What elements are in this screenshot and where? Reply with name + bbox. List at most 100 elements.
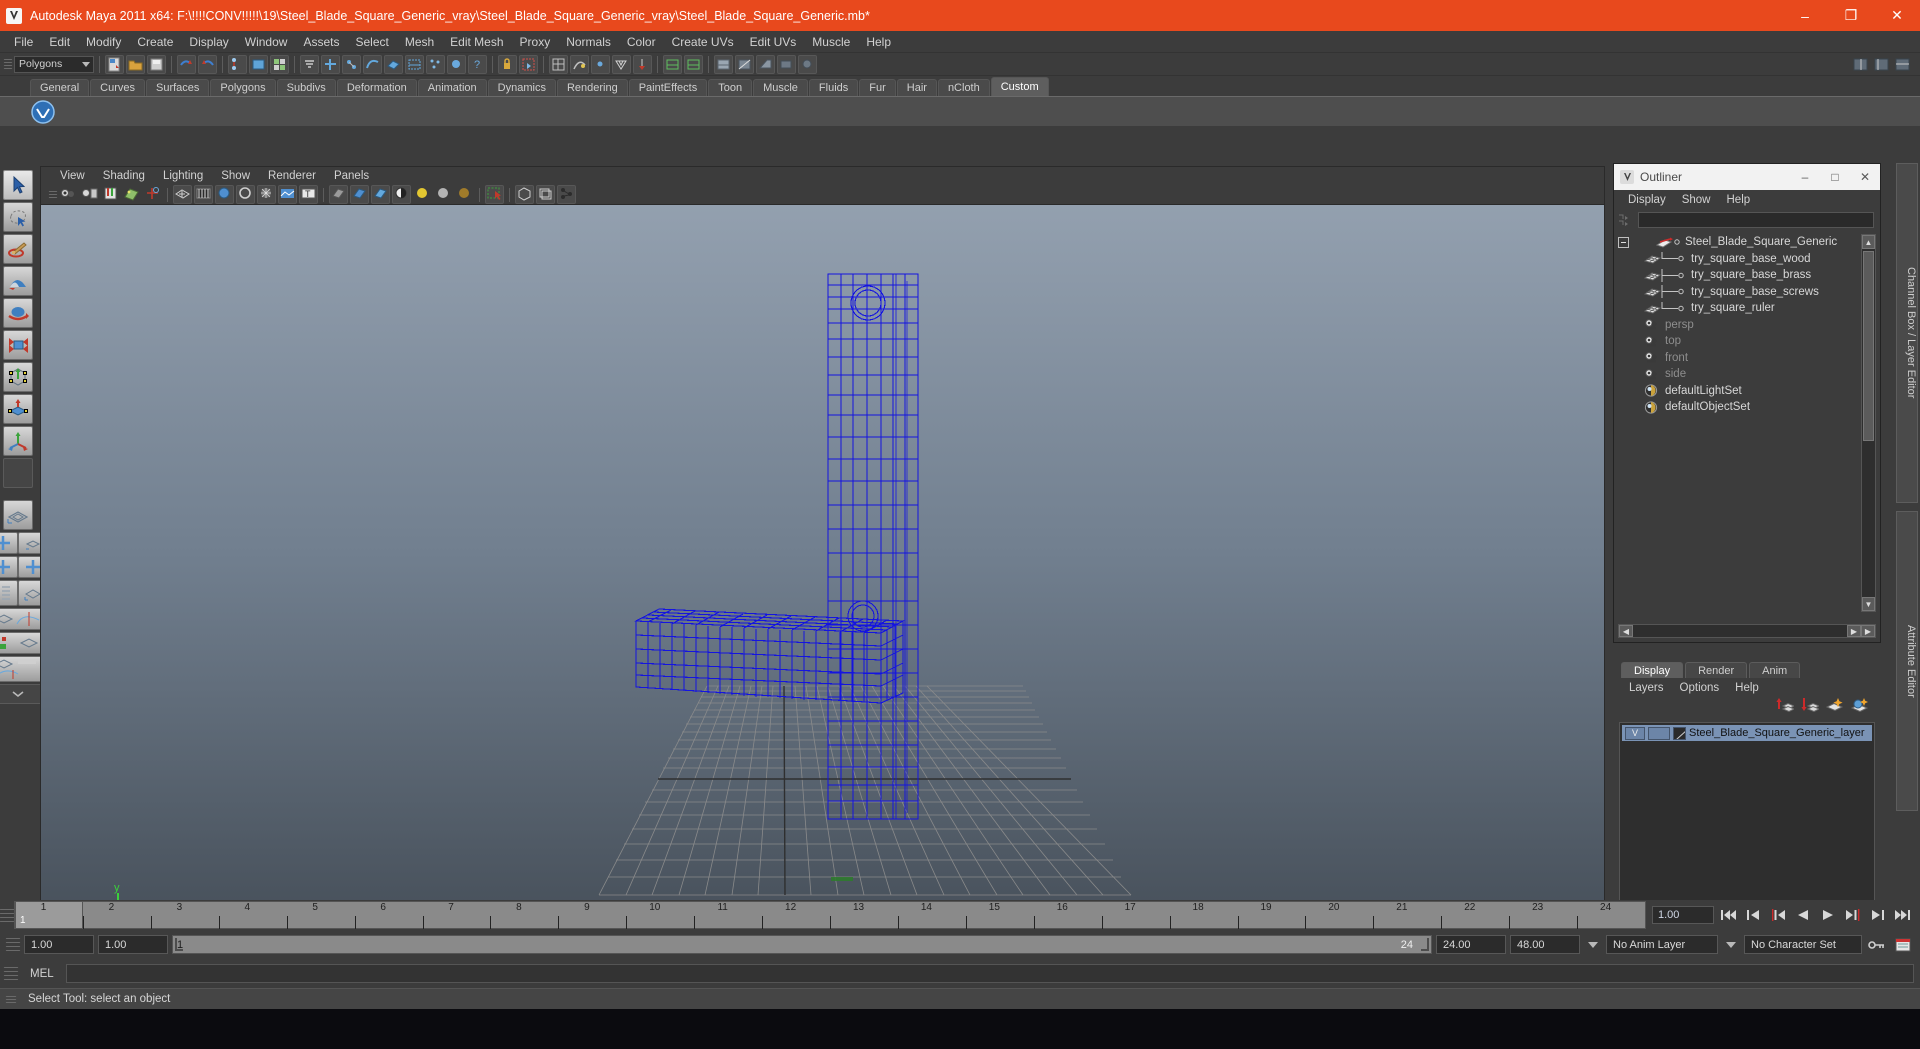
minimize-button[interactable]: – <box>1782 0 1828 31</box>
current-time-field[interactable]: 1.00 <box>1652 906 1714 924</box>
select-camera-icon[interactable] <box>59 185 78 204</box>
shadows-icon[interactable] <box>392 185 411 204</box>
hypershade-icon[interactable] <box>798 54 817 74</box>
perspective-viewport-panel[interactable]: View Shading Lighting Show Renderer Pane… <box>40 166 1605 930</box>
chevron-down-icon-2[interactable] <box>1726 941 1736 948</box>
menu-item-window[interactable]: Window <box>237 33 296 51</box>
outliner-row-set[interactable]: defaultObjectSet <box>1618 399 1858 416</box>
scroll-left-arrow-icon[interactable]: ◀ <box>1619 625 1633 637</box>
select-by-component-type-icon[interactable] <box>270 54 289 74</box>
menu-item-help[interactable]: Help <box>858 33 899 51</box>
outliner-close-button[interactable]: ✕ <box>1850 164 1880 190</box>
maximize-button[interactable]: ❐ <box>1828 0 1874 31</box>
range-slider-grip[interactable] <box>5 932 21 958</box>
new-scene-icon[interactable] <box>105 54 124 74</box>
four-view-layout-button[interactable] <box>0 532 18 554</box>
close-button[interactable]: ✕ <box>1874 0 1920 31</box>
menu-item-normals[interactable]: Normals <box>558 33 619 51</box>
outliner-row-camera[interactable]: top <box>1618 333 1858 350</box>
select-by-hierarchy-icon[interactable] <box>228 54 247 74</box>
shelf-tab-surfaces[interactable]: Surfaces <box>145 79 210 96</box>
outliner-row-camera[interactable]: persp <box>1618 317 1858 334</box>
scroll-down-arrow-icon[interactable]: ▼ <box>1862 597 1875 611</box>
mask-cv-icon[interactable] <box>342 54 361 74</box>
menu-item-create-uvs[interactable]: Create UVs <box>664 33 742 51</box>
playback-end-time-field[interactable]: 24.00 <box>1436 935 1506 954</box>
outliner-row-child[interactable]: try_square_base_brass <box>1618 267 1858 284</box>
range-slider-bar[interactable]: 1 24 <box>172 935 1432 954</box>
shelf-tab-deformation[interactable]: Deformation <box>336 79 417 96</box>
bookmarks-icon[interactable] <box>101 185 120 204</box>
viewport-menu-renderer[interactable]: Renderer <box>259 167 325 185</box>
toggle-channel-box-icon[interactable] <box>1851 55 1870 74</box>
shelf-tab-fur[interactable]: Fur <box>859 79 896 96</box>
layer-menu-layers[interactable]: Layers <box>1621 682 1672 694</box>
camera-attributes-icon[interactable] <box>80 185 99 204</box>
current-time-indicator[interactable]: 1 <box>15 902 83 928</box>
ipr-render-icon[interactable] <box>735 54 754 74</box>
show-manipulator-tool-button[interactable] <box>3 426 33 456</box>
isolate-select-icon[interactable] <box>485 185 504 204</box>
command-line-grip[interactable] <box>3 961 19 987</box>
scroll-right-arrow2-icon[interactable]: ▶ <box>1861 625 1875 637</box>
outliner-row-child[interactable]: try_square_base_wood <box>1618 251 1858 268</box>
tab-anim[interactable]: Anim <box>1749 662 1801 678</box>
outliner-window[interactable]: Outliner – □ ✕ Display Show Help Steel_B… <box>1613 163 1881 643</box>
outliner-row-child[interactable]: try_square_base_screws <box>1618 284 1858 301</box>
anim-layer-selector[interactable]: No Anim Layer <box>1606 935 1718 954</box>
menu-item-display[interactable]: Display <box>181 33 236 51</box>
soft-modification-tool-button[interactable] <box>3 266 33 296</box>
mask-misc-icon[interactable]: ? <box>468 54 487 74</box>
shelf-tab-fluids[interactable]: Fluids <box>808 79 859 96</box>
character-set-selector[interactable]: No Character Set <box>1744 935 1862 954</box>
layer-list[interactable]: V Steel_Blade_Square_Generic_layer <box>1619 722 1875 904</box>
tab-render[interactable]: Render <box>1685 662 1748 678</box>
light-grey-icon[interactable] <box>434 185 453 204</box>
expand-collapse-icon[interactable] <box>1618 236 1630 248</box>
command-input[interactable] <box>65 964 1914 983</box>
select-by-object-type-icon[interactable] <box>249 54 268 74</box>
smooth-shade-selected-icon[interactable] <box>215 185 234 204</box>
outliner-horizontal-scrollbar[interactable]: ◀ ▶ ▶ <box>1618 624 1876 638</box>
wireframe-shading-icon[interactable] <box>173 185 192 204</box>
select-tool-button[interactable] <box>3 170 33 200</box>
highlight-selection-icon[interactable] <box>519 54 538 74</box>
shelf-tab-ncloth[interactable]: nCloth <box>937 79 990 96</box>
last-tool-used-button[interactable] <box>3 458 33 488</box>
light-yellow-icon[interactable] <box>413 185 432 204</box>
two-pane-layout-button[interactable] <box>0 556 18 578</box>
create-layer-from-selected-icon[interactable] <box>1850 697 1869 717</box>
outliner-row-root[interactable]: Steel_Blade_Square_Generic <box>1618 234 1858 251</box>
open-scene-icon[interactable] <box>126 54 145 74</box>
xray-display-icon[interactable]: T <box>299 185 318 204</box>
use-selected-lights-icon[interactable] <box>371 185 390 204</box>
layer-menu-options[interactable]: Options <box>1672 682 1728 694</box>
viewport-menu-view[interactable]: View <box>51 167 94 185</box>
outliner-row-camera[interactable]: front <box>1618 350 1858 367</box>
menu-item-assets[interactable]: Assets <box>295 33 347 51</box>
play-forwards-icon[interactable] <box>1817 905 1839 925</box>
outliner-row-child[interactable]: try_square_ruler <box>1618 300 1858 317</box>
outliner-menu-display[interactable]: Display <box>1620 194 1674 206</box>
xray-joints-icon[interactable] <box>515 185 534 204</box>
time-slider-track[interactable]: 1 1 2 3 4 5 6 7 8 9 10 11 12 13 14 15 16 17 18 19 20 21 22 23 2… <box>14 901 1646 929</box>
shelf-tab-rendering[interactable]: Rendering <box>556 79 628 96</box>
outliner-menu-help[interactable]: Help <box>1719 194 1759 206</box>
step-forward-key-icon[interactable] <box>1842 905 1864 925</box>
viewport-canvas[interactable]: y x <box>41 205 1604 929</box>
snap-to-grid-icon[interactable] <box>549 54 568 74</box>
viewport-menu-shading[interactable]: Shading <box>94 167 154 185</box>
help-line-grip[interactable] <box>5 991 17 1008</box>
scroll-right-arrow-icon[interactable]: ▶ <box>1847 625 1861 637</box>
layer-name[interactable]: Steel_Blade_Square_Generic_layer <box>1689 727 1865 739</box>
mask-vertex-icon[interactable] <box>321 54 340 74</box>
statusline-grip[interactable] <box>3 55 13 73</box>
animation-preferences-icon[interactable] <box>1892 938 1914 952</box>
component-mask-dropdown-icon[interactable] <box>300 54 319 74</box>
menu-item-file[interactable]: File <box>6 33 41 51</box>
viewport-toolbar-grip[interactable] <box>48 186 58 204</box>
animation-end-time-field[interactable]: 48.00 <box>1510 935 1580 954</box>
shelf-tab-hair[interactable]: Hair <box>896 79 937 96</box>
play-backwards-icon[interactable] <box>1792 905 1814 925</box>
shelf-tab-general[interactable]: General <box>30 79 90 96</box>
